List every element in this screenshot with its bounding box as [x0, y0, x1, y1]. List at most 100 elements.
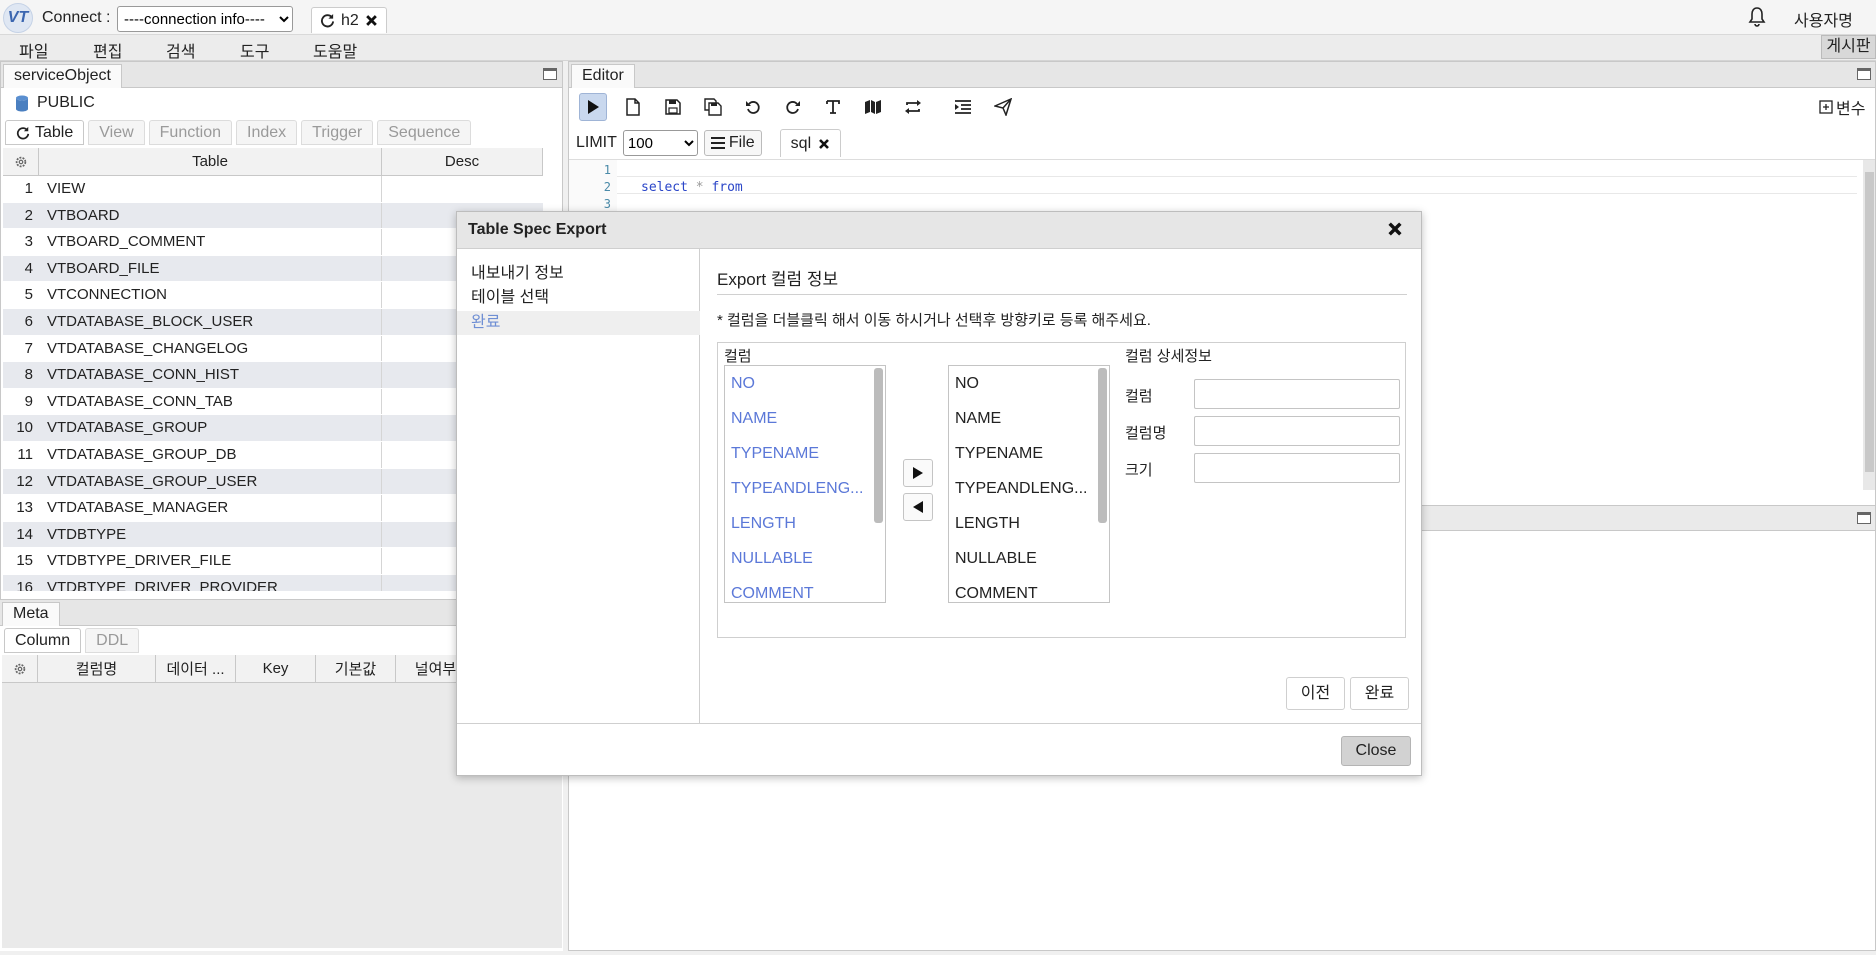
- close-icon[interactable]: [365, 14, 378, 27]
- list-item[interactable]: NAME: [725, 401, 885, 436]
- target-list-scrollbar[interactable]: [1098, 368, 1107, 523]
- table-name[interactable]: VTDATABASE_GROUP_USER: [39, 468, 382, 495]
- list-item[interactable]: COMMENT: [949, 576, 1109, 602]
- map-button[interactable]: [859, 93, 887, 121]
- tab-ddl[interactable]: DDL: [85, 628, 140, 653]
- list-item[interactable]: NULLABLE: [725, 541, 885, 576]
- table-name[interactable]: VTBOARD: [39, 202, 382, 229]
- save-button[interactable]: [659, 93, 687, 121]
- save-all-button[interactable]: [699, 93, 727, 121]
- connection-select[interactable]: ----connection info----: [117, 6, 293, 32]
- column-header-table[interactable]: Table: [39, 148, 382, 175]
- menu-search[interactable]: 검색: [166, 38, 195, 62]
- column-header-data-type[interactable]: 데이터 ...: [156, 655, 236, 682]
- step-table-select[interactable]: 테이블 선택: [457, 286, 700, 310]
- column-header-default[interactable]: 기본값: [316, 655, 396, 682]
- service-object-tab[interactable]: serviceObject: [3, 64, 122, 88]
- source-list-scrollbar[interactable]: [874, 368, 883, 523]
- target-column-list[interactable]: NO NAME TYPENAME TYPEANDLENG... LENGTH N…: [948, 365, 1110, 603]
- detail-name-input[interactable]: [1194, 416, 1400, 446]
- table-name[interactable]: VTDATABASE_CONN_TAB: [39, 388, 382, 415]
- table-row[interactable]: 1 VIEW: [3, 176, 543, 203]
- menu-edit[interactable]: 편집: [93, 38, 122, 62]
- close-icon[interactable]: [818, 138, 830, 150]
- move-left-button[interactable]: [903, 493, 933, 521]
- column-header-desc[interactable]: Desc: [382, 148, 543, 175]
- new-file-button[interactable]: [619, 93, 647, 121]
- board-button[interactable]: 게시판: [1821, 35, 1876, 59]
- table-name[interactable]: VTDATABASE_CONN_HIST: [39, 362, 382, 388]
- user-name[interactable]: 사용자명: [1794, 7, 1853, 31]
- list-item[interactable]: NAME: [949, 401, 1109, 436]
- tab-column[interactable]: Column: [4, 628, 82, 653]
- source-column-list[interactable]: NO NAME TYPENAME TYPEANDLENG... LENGTH N…: [724, 365, 886, 603]
- maximize-icon[interactable]: [543, 68, 557, 80]
- menu-help[interactable]: 도움말: [313, 38, 357, 62]
- table-name[interactable]: VTDATABASE_CHANGELOG: [39, 335, 382, 362]
- menu-file[interactable]: 파일: [19, 38, 48, 62]
- sql-tab[interactable]: sql: [779, 129, 842, 157]
- list-item[interactable]: LENGTH: [725, 506, 885, 541]
- detail-column-input[interactable]: [1194, 379, 1400, 409]
- bell-icon[interactable]: [1747, 6, 1767, 28]
- table-name[interactable]: VTDBTYPE_DRIVER_PROVIDER: [39, 574, 382, 591]
- move-right-button[interactable]: [903, 459, 933, 487]
- table-name[interactable]: VTDATABASE_MANAGER: [39, 495, 382, 521]
- maximize-icon[interactable]: [1857, 68, 1871, 80]
- table-desc[interactable]: [382, 176, 542, 202]
- column-header-key[interactable]: Key: [236, 655, 316, 682]
- close-icon[interactable]: [1387, 221, 1403, 237]
- list-item[interactable]: TYPEANDLENG...: [949, 471, 1109, 506]
- tab-index[interactable]: Index: [236, 120, 298, 145]
- table-name[interactable]: VTDBTYPE_DRIVER_FILE: [39, 548, 382, 574]
- tab-view[interactable]: View: [88, 120, 145, 145]
- editor-scroll-thumb[interactable]: [1865, 172, 1874, 472]
- table-name[interactable]: VTDATABASE_GROUP_DB: [39, 441, 382, 468]
- undo-button[interactable]: [739, 93, 767, 121]
- tab-trigger[interactable]: Trigger: [301, 120, 374, 145]
- file-button[interactable]: File: [703, 130, 762, 156]
- step-export-info[interactable]: 내보내기 정보: [457, 262, 700, 286]
- variable-button[interactable]: 변수: [1819, 95, 1865, 119]
- code-line[interactable]: select * from: [641, 180, 743, 195]
- gear-icon[interactable]: [14, 155, 28, 169]
- run-button[interactable]: [579, 93, 607, 121]
- tab-function[interactable]: Function: [148, 120, 233, 145]
- send-button[interactable]: [989, 93, 1017, 121]
- table-name[interactable]: VTCONNECTION: [39, 282, 382, 308]
- redo-button[interactable]: [779, 93, 807, 121]
- close-button[interactable]: Close: [1341, 736, 1411, 766]
- db-tab-h2[interactable]: h2: [311, 7, 387, 33]
- list-item[interactable]: NO: [725, 366, 885, 401]
- meta-grid-settings-cell[interactable]: [2, 655, 38, 682]
- meta-tab[interactable]: Meta: [2, 602, 60, 626]
- grid-settings-cell[interactable]: [3, 148, 39, 175]
- column-header-column-name[interactable]: 컬럼명: [38, 655, 156, 682]
- maximize-icon[interactable]: [1857, 512, 1871, 524]
- table-name[interactable]: VIEW: [39, 176, 382, 202]
- gear-icon[interactable]: [13, 662, 27, 676]
- table-name[interactable]: VTBOARD_FILE: [39, 255, 382, 282]
- list-item[interactable]: NULLABLE: [949, 541, 1109, 576]
- menu-tools[interactable]: 도구: [240, 38, 269, 62]
- table-name[interactable]: VTDATABASE_BLOCK_USER: [39, 308, 382, 335]
- finish-button[interactable]: 완료: [1350, 677, 1409, 710]
- refresh-icon[interactable]: [320, 13, 335, 28]
- limit-select[interactable]: 100: [622, 130, 698, 156]
- list-item[interactable]: LENGTH: [949, 506, 1109, 541]
- list-item[interactable]: TYPEANDLENG...: [725, 471, 885, 506]
- editor-tab[interactable]: Editor: [571, 64, 635, 88]
- list-item[interactable]: TYPENAME: [949, 436, 1109, 471]
- detail-size-input[interactable]: [1194, 453, 1400, 483]
- table-name[interactable]: VTBOARD_COMMENT: [39, 229, 382, 255]
- tab-sequence[interactable]: Sequence: [377, 120, 472, 145]
- format-button[interactable]: [819, 93, 847, 121]
- list-item[interactable]: TYPENAME: [725, 436, 885, 471]
- indent-button[interactable]: [949, 93, 977, 121]
- table-name[interactable]: VTDATABASE_GROUP: [39, 415, 382, 441]
- step-complete[interactable]: 완료: [457, 311, 700, 335]
- tab-table[interactable]: Table: [5, 120, 85, 145]
- convert-button[interactable]: [899, 93, 927, 121]
- table-name[interactable]: VTDBTYPE: [39, 521, 382, 548]
- refresh-icon[interactable]: [16, 126, 30, 140]
